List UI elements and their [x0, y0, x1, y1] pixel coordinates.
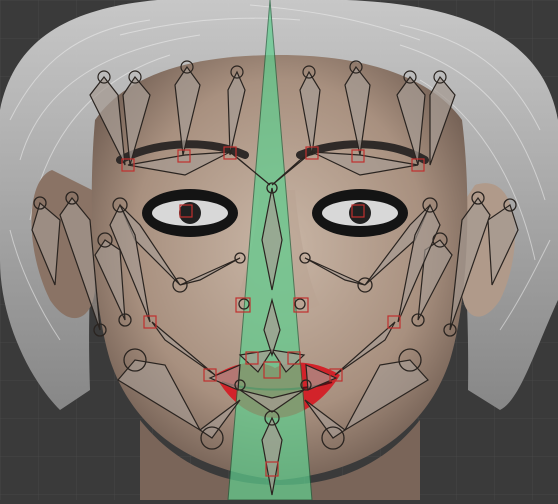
right-eye [312, 189, 408, 237]
left-eye [142, 189, 238, 237]
face-rig-render[interactable] [0, 0, 558, 501]
3d-viewport[interactable] [0, 0, 558, 501]
